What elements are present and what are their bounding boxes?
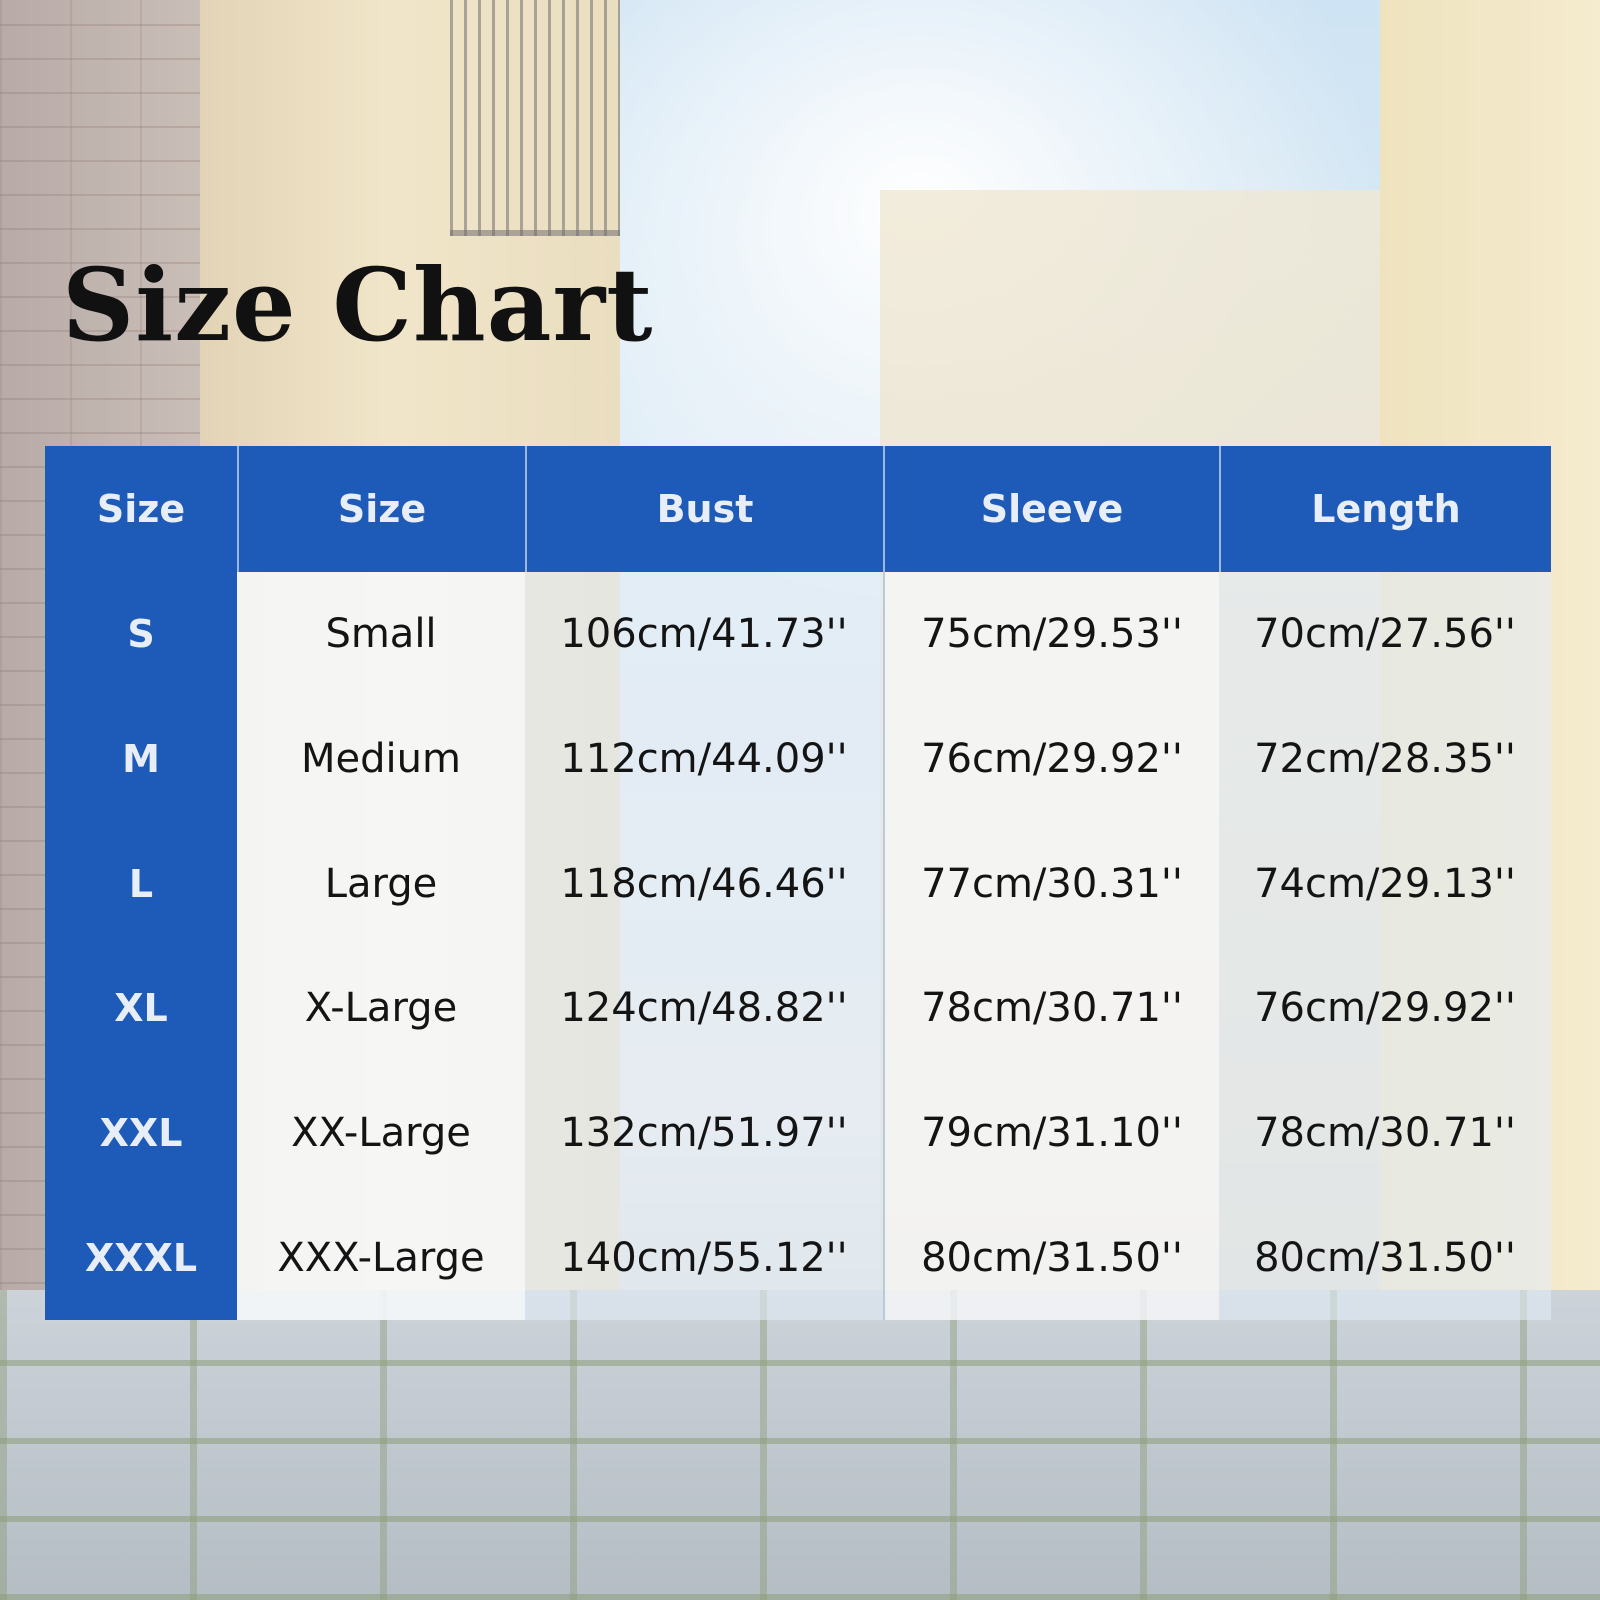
length-cell: 80cm/31.50'' bbox=[1219, 1195, 1551, 1320]
size-name-cell: XXX-Large bbox=[237, 1195, 525, 1320]
size-name-cell: Small bbox=[237, 572, 525, 697]
size-table: Size Size Bust Sleeve Length S Small 106… bbox=[45, 446, 1551, 1320]
page-title: Size Chart bbox=[62, 246, 654, 364]
header-length: Length bbox=[1219, 446, 1551, 572]
sleeve-cell: 79cm/31.10'' bbox=[883, 1070, 1219, 1196]
length-cell: 74cm/29.13'' bbox=[1219, 821, 1551, 946]
bust-cell: 140cm/55.12'' bbox=[525, 1195, 883, 1320]
sleeve-cell: 78cm/30.71'' bbox=[883, 945, 1219, 1071]
size-name-cell: XX-Large bbox=[237, 1070, 525, 1196]
length-cell: 78cm/30.71'' bbox=[1219, 1070, 1551, 1196]
size-code-cell: XXL bbox=[45, 1070, 237, 1196]
bust-cell: 106cm/41.73'' bbox=[525, 572, 883, 697]
sleeve-cell: 80cm/31.50'' bbox=[883, 1195, 1219, 1320]
size-name-cell: Large bbox=[237, 821, 525, 946]
header-size-name: Size bbox=[237, 446, 525, 572]
size-code-cell: M bbox=[45, 696, 237, 822]
header-size-code: Size bbox=[45, 446, 237, 572]
header-sleeve: Sleeve bbox=[883, 446, 1219, 572]
size-code-cell: XL bbox=[45, 945, 237, 1071]
size-name-cell: Medium bbox=[237, 696, 525, 822]
size-code-cell: S bbox=[45, 572, 237, 697]
sleeve-cell: 77cm/30.31'' bbox=[883, 821, 1219, 946]
size-name-cell: X-Large bbox=[237, 945, 525, 1071]
size-code-cell: XXXL bbox=[45, 1195, 237, 1320]
bust-cell: 124cm/48.82'' bbox=[525, 945, 883, 1071]
length-cell: 72cm/28.35'' bbox=[1219, 696, 1551, 822]
header-bust: Bust bbox=[525, 446, 883, 572]
sleeve-cell: 75cm/29.53'' bbox=[883, 572, 1219, 697]
bust-cell: 118cm/46.46'' bbox=[525, 821, 883, 946]
sleeve-cell: 76cm/29.92'' bbox=[883, 696, 1219, 822]
length-cell: 70cm/27.56'' bbox=[1219, 572, 1551, 697]
bust-cell: 132cm/51.97'' bbox=[525, 1070, 883, 1196]
size-code-cell: L bbox=[45, 821, 237, 946]
bust-cell: 112cm/44.09'' bbox=[525, 696, 883, 822]
length-cell: 76cm/29.92'' bbox=[1219, 945, 1551, 1071]
